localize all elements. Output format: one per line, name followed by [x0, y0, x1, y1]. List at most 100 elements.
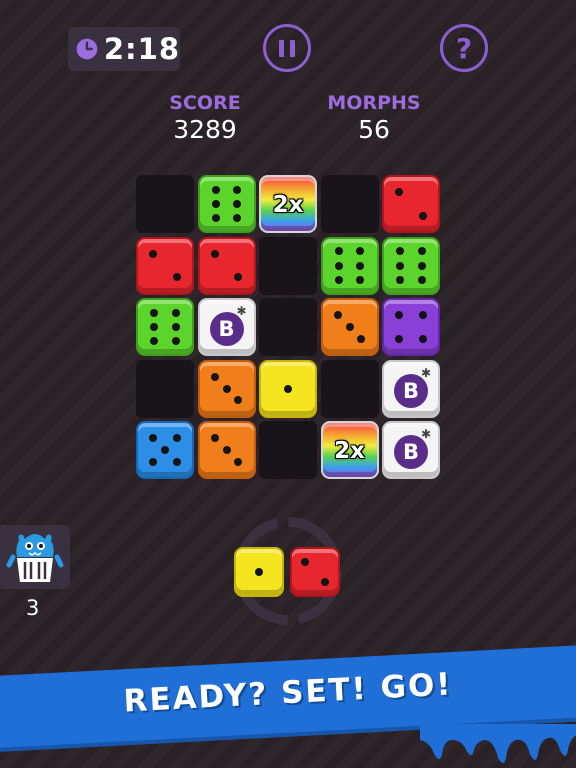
- die-pip: [333, 311, 342, 320]
- empty-cell[interactable]: [259, 421, 317, 479]
- multiplier-label: 2x: [272, 192, 304, 218]
- die-pip: [334, 261, 343, 270]
- die-pip: [395, 311, 404, 320]
- blue-die-5[interactable]: [136, 421, 194, 479]
- morphs-label: MORPHS: [327, 92, 421, 114]
- die-pip: [300, 557, 309, 566]
- trash-count: 3: [26, 596, 40, 620]
- die-pip: [172, 434, 181, 443]
- die-pip: [161, 446, 169, 454]
- die-pip: [211, 185, 220, 194]
- multiplier-tile[interactable]: 2x: [320, 421, 379, 479]
- timer: 2:18: [68, 27, 180, 71]
- timer-value: 2:18: [103, 32, 180, 66]
- game-board[interactable]: 2x B ✱ B ✱ 2x B ✱: [136, 175, 441, 480]
- die-pip: [233, 200, 242, 208]
- green-die-6[interactable]: [136, 298, 194, 356]
- die-pip: [171, 337, 180, 346]
- trash-monster-icon: [6, 534, 64, 582]
- die-pip: [149, 434, 158, 443]
- bomb-tile[interactable]: B ✱: [382, 359, 440, 418]
- die-pip: [396, 247, 405, 256]
- help-icon: ?: [455, 31, 473, 65]
- die-pip: [356, 275, 365, 284]
- die-pip: [395, 334, 404, 343]
- red-die-2[interactable]: [382, 175, 440, 233]
- die-pip: [417, 247, 426, 256]
- orange-die-3[interactable]: [197, 359, 256, 418]
- die-pip: [150, 323, 159, 331]
- die-pip: [418, 311, 427, 320]
- die-pip: [210, 434, 219, 443]
- empty-cell[interactable]: [259, 236, 317, 295]
- die-pip: [396, 261, 405, 270]
- next-red-die-2[interactable]: [290, 547, 340, 597]
- die-pip: [345, 323, 354, 331]
- orange-die-3[interactable]: [197, 421, 256, 479]
- die-pip: [222, 384, 231, 393]
- die-pip: [149, 457, 158, 466]
- die-pip: [356, 261, 365, 270]
- morphs-panel: MORPHS 56: [304, 92, 444, 144]
- morphs-value: 56: [358, 115, 390, 144]
- die-pip: [417, 275, 426, 284]
- fuse-icon: ✱: [420, 427, 431, 441]
- die-pip: [233, 214, 242, 223]
- die-pip: [171, 323, 180, 331]
- empty-cell[interactable]: [136, 175, 194, 233]
- empty-cell[interactable]: [136, 359, 194, 418]
- fuse-icon: ✱: [420, 365, 431, 380]
- die-pip: [172, 273, 181, 282]
- die-pip: [418, 211, 427, 220]
- green-die-6[interactable]: [320, 236, 379, 295]
- clock-icon: [76, 38, 98, 60]
- die-pip: [418, 334, 427, 343]
- die-pip: [211, 200, 220, 208]
- die-pip: [334, 247, 343, 256]
- die-pip: [150, 337, 159, 346]
- die-pip: [234, 273, 243, 282]
- empty-cell[interactable]: [320, 359, 379, 418]
- die-pip: [334, 275, 343, 284]
- score-value: 3289: [173, 115, 237, 144]
- die-pip: [321, 578, 330, 587]
- die-pip: [396, 275, 405, 284]
- multiplier-tile[interactable]: 2x: [259, 175, 317, 233]
- next-yellow-die-1[interactable]: [234, 547, 284, 597]
- die-pip: [284, 384, 292, 393]
- die-pip: [171, 308, 180, 317]
- pause-button[interactable]: [263, 24, 311, 72]
- bomb-tile[interactable]: B ✱: [197, 298, 256, 356]
- die-pip: [150, 308, 159, 317]
- multiplier-label: 2x: [334, 438, 365, 464]
- die-pip: [356, 247, 365, 256]
- trash-monster-button[interactable]: [0, 525, 70, 589]
- score-label: SCORE: [169, 92, 241, 114]
- yellow-die-1[interactable]: [259, 359, 317, 418]
- die-pip: [222, 446, 231, 454]
- die-pip: [234, 396, 243, 405]
- die-pip: [395, 188, 404, 197]
- empty-cell[interactable]: [320, 175, 379, 233]
- die-pip: [234, 457, 243, 466]
- score-panel: SCORE 3289: [135, 92, 275, 144]
- die-pip: [233, 185, 242, 194]
- die-pip: [417, 261, 426, 270]
- bomb-tile[interactable]: B ✱: [382, 421, 440, 479]
- green-die-6[interactable]: [197, 175, 256, 233]
- die-pip: [210, 249, 219, 258]
- die-pip: [255, 568, 263, 576]
- pause-icon: [279, 39, 284, 57]
- die-pip: [357, 334, 366, 343]
- red-die-2[interactable]: [136, 236, 194, 295]
- red-die-2[interactable]: [197, 236, 256, 295]
- green-die-6[interactable]: [382, 236, 440, 295]
- empty-cell[interactable]: [259, 298, 317, 356]
- help-button[interactable]: ?: [440, 24, 488, 72]
- purple-die-4[interactable]: [382, 298, 440, 356]
- orange-die-3[interactable]: [320, 298, 379, 356]
- die-pip: [149, 249, 158, 258]
- fuse-icon: ✱: [236, 304, 247, 318]
- die-pip: [210, 372, 219, 381]
- die-pip: [211, 214, 220, 223]
